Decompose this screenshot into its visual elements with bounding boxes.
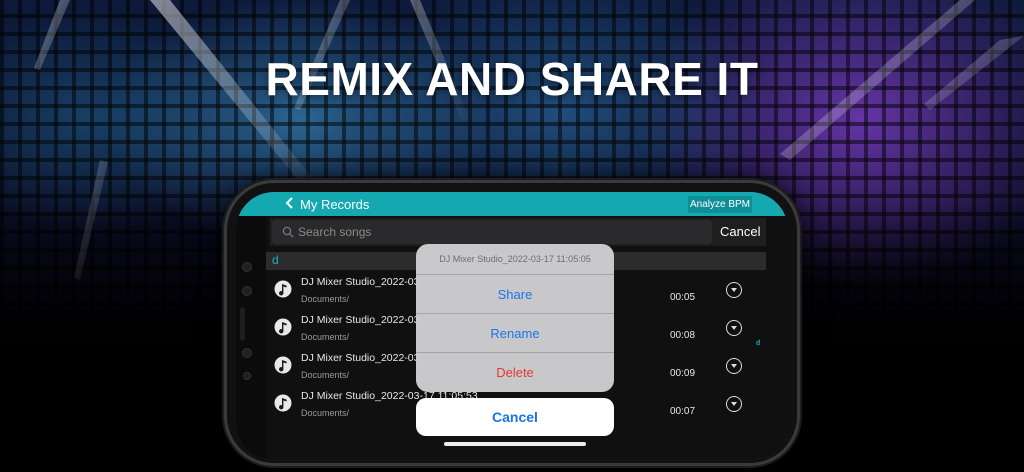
search-icon [282,226,294,238]
speaker-grille [240,307,245,341]
song-folder: Documents/ [301,370,350,380]
song-duration: 00:09 [670,368,696,379]
song-duration: 00:05 [670,292,696,303]
action-sheet-title: DJ Mixer Studio_2022-03-17 11:05:05 [439,254,591,264]
action-sheet: DJ Mixer Studio_2022-03-17 11:05:05 Shar… [416,244,614,392]
search-bar: Cancel [270,218,766,246]
analyze-bpm-button[interactable]: Analyze BPM [688,196,752,213]
song-folder: Documents/ [301,408,350,418]
song-duration: 00:07 [670,406,696,417]
phone-screen: My Records Analyze BPM Cancel d DJ Mixer… [236,192,788,460]
song-title: DJ Mixer Studio_2022-03 [301,276,420,288]
camera-notch [236,192,266,460]
chevron-down-circle-icon[interactable] [726,396,742,412]
music-note-icon [274,280,292,298]
search-input[interactable] [298,224,678,240]
chevron-left-icon[interactable] [284,196,298,212]
chevron-down-circle-icon[interactable] [726,320,742,336]
flood-illuminator [243,372,251,380]
song-title: DJ Mixer Studio_2022-03 [301,314,420,326]
sensor-dot [242,286,252,296]
song-duration: 00:08 [670,330,696,341]
section-letter: d [272,253,279,267]
headline: REMIX AND SHARE IT [265,53,759,105]
chevron-down-circle-icon[interactable] [726,282,742,298]
song-title: DJ Mixer Studio_2022-03 [301,352,420,364]
music-note-icon [274,318,292,336]
camera-dot [242,262,252,272]
share-button[interactable]: Share [416,274,614,313]
action-sheet-cancel-button[interactable]: Cancel [416,398,614,436]
music-note-icon [274,356,292,374]
section-index-letter[interactable]: d [756,340,760,347]
search-box[interactable] [272,220,712,244]
rename-button[interactable]: Rename [416,313,614,352]
song-folder: Documents/ [301,294,350,304]
search-cancel-button[interactable]: Cancel [720,224,760,239]
song-folder: Documents/ [301,332,350,342]
home-indicator [444,442,586,446]
music-note-icon [274,394,292,412]
chevron-down-circle-icon[interactable] [726,358,742,374]
nav-title[interactable]: My Records [300,197,369,212]
camera-lens [242,348,252,358]
delete-button[interactable]: Delete [416,352,614,391]
nav-bar: My Records Analyze BPM [236,192,788,216]
